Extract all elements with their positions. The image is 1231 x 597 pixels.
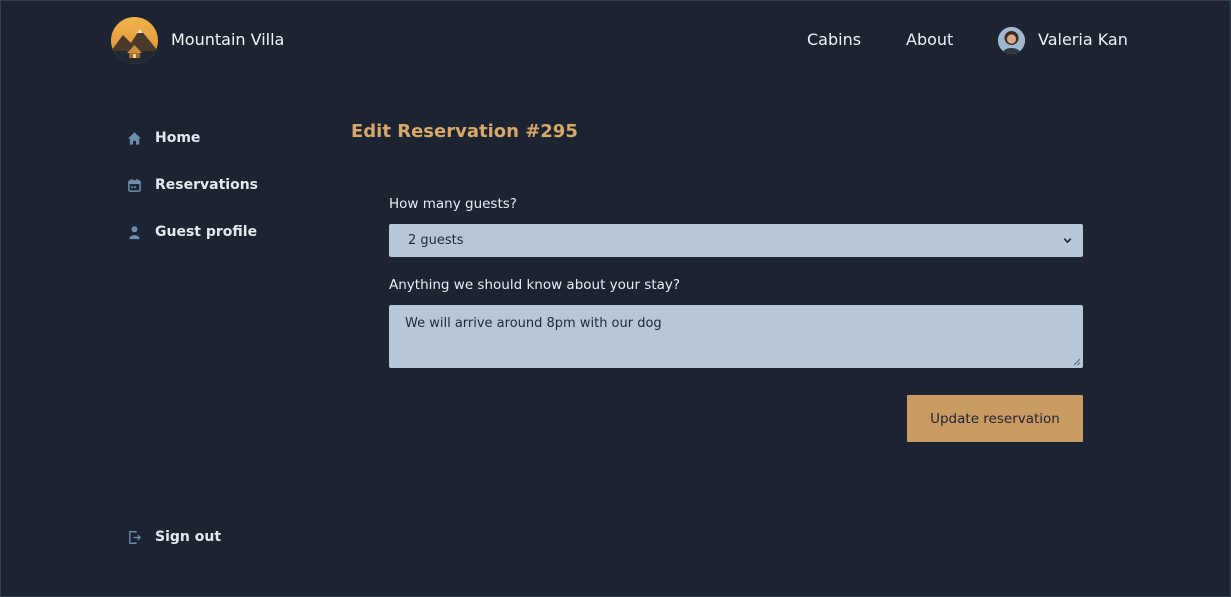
sidebar-item-label: Home — [155, 130, 201, 146]
notes-text: We will arrive around 8pm with our dog — [405, 316, 662, 331]
sidebar-item-label: Guest profile — [155, 224, 258, 240]
sidebar-item-label: Reservations — [155, 177, 258, 193]
guests-select-value: 2 guests — [408, 233, 464, 248]
user-avatar[interactable] — [998, 27, 1025, 54]
sign-out-button[interactable]: Sign out — [127, 529, 221, 545]
sidebar-item-guest-profile[interactable]: Guest profile — [127, 224, 257, 240]
notes-textarea[interactable]: We will arrive around 8pm with our dog — [389, 305, 1083, 368]
nav-about-link[interactable]: About — [906, 30, 953, 49]
sign-out-label: Sign out — [155, 529, 222, 545]
nav-cabins-link[interactable]: Cabins — [807, 30, 861, 49]
notes-label: Anything we should know about your stay? — [389, 277, 681, 293]
resize-grip-icon[interactable] — [1073, 358, 1081, 366]
calendar-icon — [128, 178, 141, 192]
sidebar-item-home[interactable]: Home — [127, 130, 200, 146]
chevron-down-icon — [1063, 238, 1072, 244]
user-name[interactable]: Valeria Kan — [1038, 30, 1128, 49]
brand-name[interactable]: Mountain Villa — [171, 30, 284, 49]
update-reservation-button[interactable]: Update reservation — [907, 395, 1083, 442]
home-icon — [127, 131, 142, 145]
guests-select[interactable]: 2 guests — [389, 224, 1083, 257]
logo-icon[interactable] — [111, 17, 158, 64]
sidebar-item-reservations[interactable]: Reservations — [127, 177, 258, 193]
user-icon — [129, 225, 140, 239]
sign-out-icon — [129, 530, 142, 544]
app-frame: Mountain Villa Cabins About Valeria Kan … — [0, 0, 1231, 597]
guests-label: How many guests? — [389, 196, 517, 212]
page-title: Edit Reservation #295 — [351, 121, 578, 142]
